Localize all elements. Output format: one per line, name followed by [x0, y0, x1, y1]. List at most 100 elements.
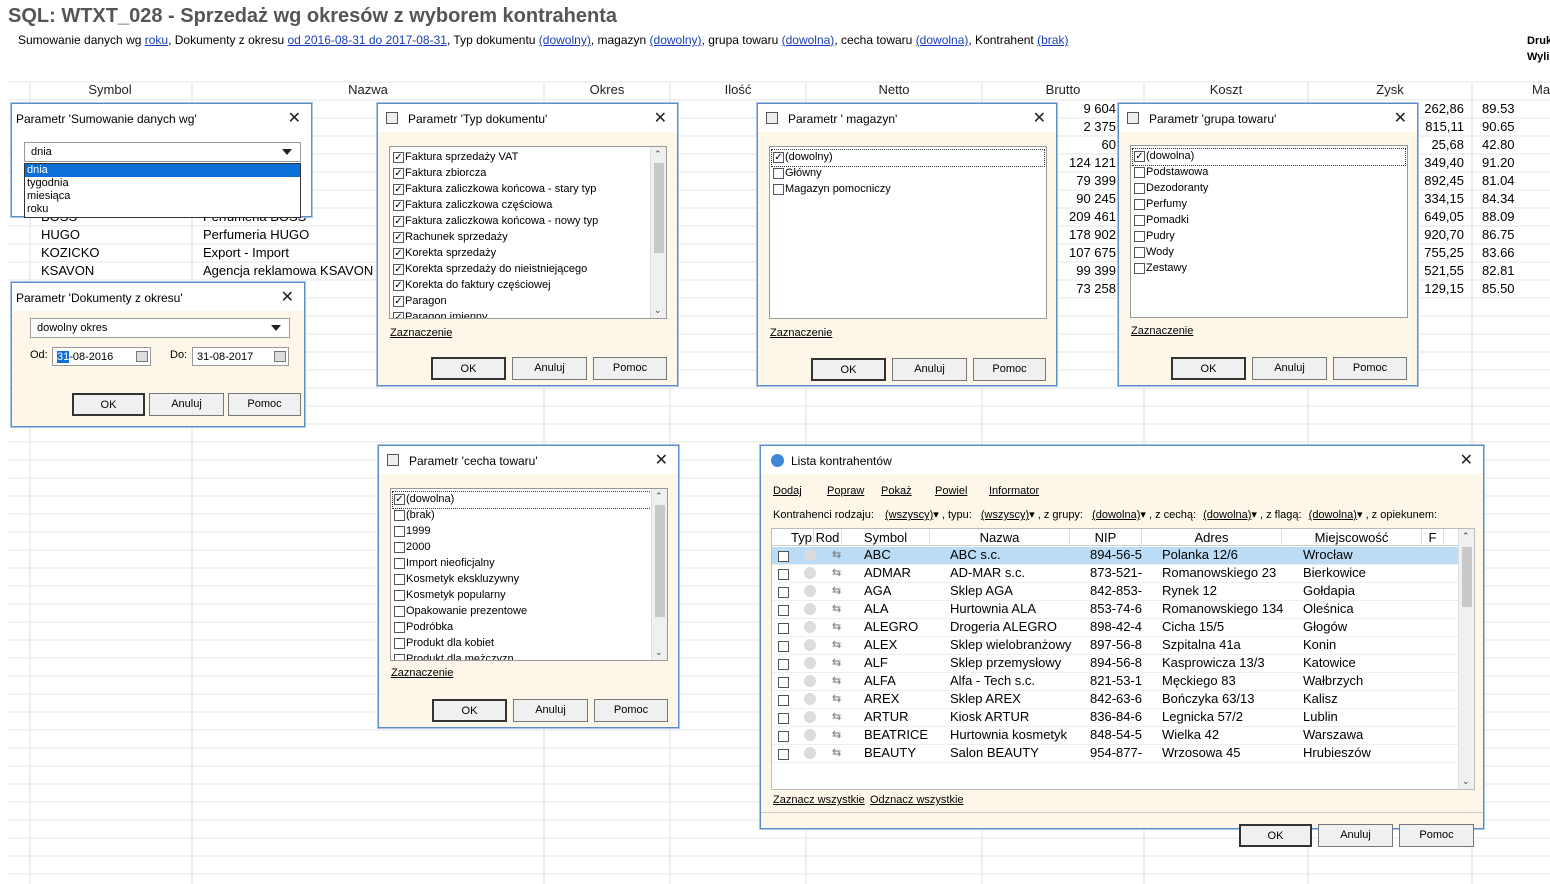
checkbox[interactable] — [1134, 167, 1145, 178]
checklist-item[interactable]: ✓ Faktura zaliczkowa częściowa — [392, 198, 650, 214]
row-checkbox[interactable] — [778, 659, 789, 670]
table-row[interactable]: ⇆ AGA Sklep AGA 842-853- Rynek 12 Gołdapia — [772, 583, 1458, 601]
col-header[interactable]: Adres — [1142, 529, 1282, 546]
checkbox[interactable] — [394, 558, 405, 569]
cancel-button[interactable]: Anuluj — [1318, 824, 1393, 847]
scroll-down-icon[interactable]: ⌄ — [654, 305, 662, 316]
checklist-item[interactable]: Podróbka — [393, 620, 651, 636]
checklist-item[interactable]: ✓ Korekta sprzedaży — [392, 246, 650, 262]
zaznaczenie-link[interactable]: Zaznaczenie — [1131, 325, 1193, 337]
ok-button[interactable]: OK — [811, 358, 886, 381]
checkbox[interactable] — [394, 622, 405, 633]
close-icon[interactable]: ✕ — [1394, 108, 1407, 128]
checkbox[interactable]: ✓ — [393, 280, 404, 291]
checkbox[interactable] — [394, 606, 405, 617]
checklist-item[interactable]: 2000 — [393, 540, 651, 556]
table-row[interactable]: ⇆ ALEGRO Drogeria ALEGRO 898-42-4 Cicha 15/5… — [772, 619, 1458, 637]
checkbox[interactable]: ✓ — [393, 168, 404, 179]
checklist-item[interactable]: ✓ (dowolna) — [1132, 148, 1406, 166]
checklist-item[interactable]: Perfumy — [1133, 197, 1405, 213]
row-checkbox[interactable] — [778, 551, 789, 562]
checkbox[interactable]: ✓ — [393, 152, 404, 163]
checklist-item[interactable]: Pomadki — [1133, 213, 1405, 229]
checkbox[interactable]: ✓ — [393, 264, 404, 275]
checkbox[interactable]: ✓ — [393, 296, 404, 307]
close-icon[interactable]: ✕ — [1460, 450, 1473, 470]
table-row[interactable]: ⇆ ALFA Alfa - Tech s.c. 821-53-1 Męckiego 83… — [772, 673, 1458, 691]
select-all-link[interactable]: Zaznacz wszystkie — [773, 794, 865, 806]
scroll-down-icon[interactable]: ⌄ — [655, 647, 663, 658]
checklist-item[interactable]: Opakowanie prezentowe — [393, 604, 651, 620]
checkbox[interactable] — [394, 654, 405, 660]
menu-pokaz[interactable]: Pokaż — [881, 485, 912, 497]
filter-typu[interactable]: (wszyscy) — [981, 509, 1029, 521]
close-icon[interactable]: ✕ — [654, 108, 667, 128]
help-button[interactable]: Pomoc — [228, 393, 301, 416]
checkbox[interactable] — [394, 542, 405, 553]
checklist-item[interactable]: Wody — [1133, 245, 1405, 261]
table-row[interactable]: ⇆ ALF Sklep przemysłowy 894-56-8 Kasprowicza… — [772, 655, 1458, 673]
dropdown-option[interactable]: dnia — [25, 164, 300, 177]
close-icon[interactable]: ✕ — [288, 108, 301, 128]
zaznaczenie-link[interactable]: Zaznaczenie — [770, 327, 832, 339]
checklist-item[interactable]: ✓ Faktura sprzedaży VAT — [392, 150, 650, 166]
menu-informator[interactable]: Informator — [989, 485, 1039, 497]
do-date-field[interactable]: 31-08-2017 — [192, 347, 289, 366]
checkbox[interactable]: ✓ — [394, 494, 405, 505]
row-checkbox[interactable] — [778, 641, 789, 652]
checklist-item[interactable]: ✓ Korekta do faktury częściowej — [392, 278, 650, 294]
table-row[interactable]: ⇆ BEATRICE Hurtownia kosmetyk 848-54-5 Wielk… — [772, 727, 1458, 745]
table-row[interactable]: ⇆ ARTUR Kiosk ARTUR 836-84-6 Legnicka 57/2 Lu… — [772, 709, 1458, 727]
checklist-item[interactable]: (brak) — [393, 508, 651, 524]
checklist-item[interactable]: ✓ Rachunek sprzedaży — [392, 230, 650, 246]
row-checkbox[interactable] — [778, 569, 789, 580]
od-date-field[interactable]: 31-08-2016 — [52, 347, 151, 366]
checkbox[interactable] — [1134, 215, 1145, 226]
filter-rodzaju[interactable]: (wszyscy) — [885, 509, 933, 521]
filter-cecha[interactable]: (dowolna) — [1203, 509, 1251, 521]
scrollbar[interactable]: ⌃ ⌄ — [1458, 529, 1474, 789]
ok-button[interactable]: OK — [1239, 824, 1312, 847]
scroll-thumb[interactable] — [654, 163, 664, 253]
help-button[interactable]: Pomoc — [1333, 357, 1407, 380]
row-checkbox[interactable] — [778, 713, 789, 724]
checkbox[interactable] — [1134, 247, 1145, 258]
row-checkbox[interactable] — [778, 695, 789, 706]
menu-popraw[interactable]: Popraw — [827, 485, 864, 497]
row-checkbox[interactable] — [778, 605, 789, 616]
dropdown-option[interactable]: tygodnia — [25, 177, 300, 190]
table-row[interactable]: ⇆ ALA Hurtownia ALA 853-74-6 Romanowskiego 1… — [772, 601, 1458, 619]
table-row[interactable]: ⇆ BEAUTY Salon BEAUTY 954-877- Wrzosowa 45 Hr… — [772, 745, 1458, 763]
checklist-item[interactable]: Import nieoficjalny — [393, 556, 651, 572]
scrollbar[interactable]: ⌃ ⌄ — [650, 147, 666, 318]
help-button[interactable]: Pomoc — [594, 699, 668, 722]
checklist-item[interactable]: Produkt dla mężczyzn — [393, 652, 651, 660]
scroll-thumb[interactable] — [1462, 547, 1472, 607]
checkbox[interactable] — [394, 574, 405, 585]
help-button[interactable]: Pomoc — [1399, 824, 1474, 847]
checklist-item[interactable]: Magazyn pomocniczy — [772, 182, 1044, 198]
checkbox[interactable]: ✓ — [773, 152, 784, 163]
col-header[interactable]: F — [1422, 529, 1444, 546]
row-checkbox[interactable] — [778, 731, 789, 742]
filter-flaga[interactable]: (dowolna) — [1309, 509, 1357, 521]
checkbox[interactable] — [394, 590, 405, 601]
checklist-item[interactable]: ✓ (dowolna) — [392, 491, 652, 509]
checklist-item[interactable]: ✓ Paragon — [392, 294, 650, 310]
col-header[interactable]: Nazwa — [930, 529, 1070, 546]
close-icon[interactable]: ✕ — [655, 450, 668, 470]
close-icon[interactable]: ✕ — [1033, 108, 1046, 128]
zaznaczenie-link[interactable]: Zaznaczenie — [390, 327, 452, 339]
table-row[interactable]: ⇆ ABC ABC s.c. 894-56-5 Polanka 12/6 Wrocław — [772, 547, 1458, 565]
cancel-button[interactable]: Anuluj — [1252, 357, 1327, 380]
menu-powiel[interactable]: Powiel — [935, 485, 967, 497]
row-checkbox[interactable] — [778, 749, 789, 760]
zaznaczenie-link[interactable]: Zaznaczenie — [391, 667, 453, 679]
table-row[interactable]: ⇆ ALEX Sklep wielobranżowy 897-56-8 Szpitaln… — [772, 637, 1458, 655]
checkbox[interactable] — [394, 510, 405, 521]
checkbox[interactable] — [1134, 199, 1145, 210]
checklist-item[interactable]: Główny — [772, 166, 1044, 182]
checklist-item[interactable]: ✓ Faktura zaliczkowa końcowa - stary typ — [392, 182, 650, 198]
checkbox[interactable] — [394, 526, 405, 537]
checklist-item[interactable]: Dezodoranty — [1133, 181, 1405, 197]
